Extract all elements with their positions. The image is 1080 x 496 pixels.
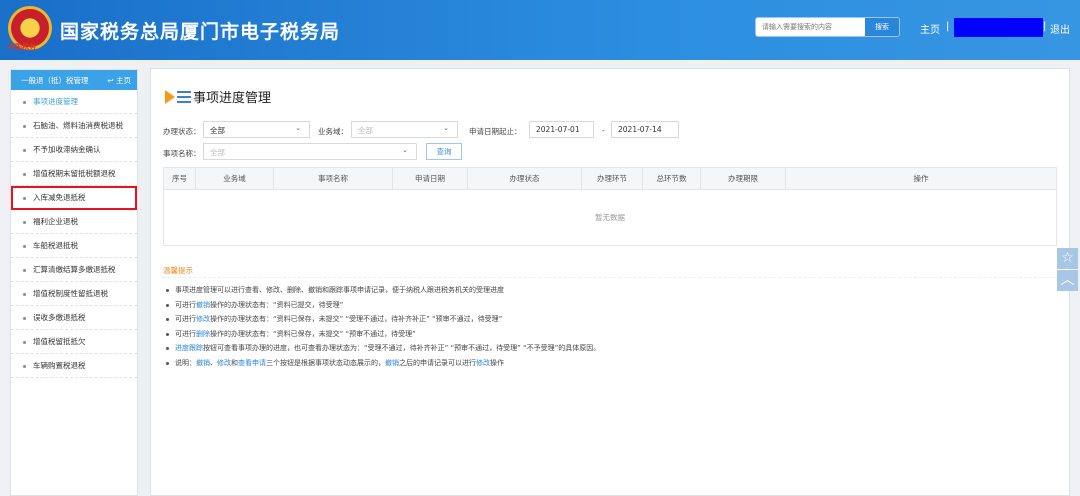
col-header: 业务域 bbox=[195, 167, 274, 190]
tip-text: 可进行 bbox=[175, 315, 196, 323]
results-table: 序号 业务域 事项名称 申请日期 办理状态 办理环节 总环节数 办理期限 操作 … bbox=[163, 167, 1057, 246]
tip-item: 可进行删除操作的办理状态有：“资料已保存，未提交” “预审不通过，待受理” bbox=[163, 327, 600, 342]
tip-text: 三个按钮是根据事项状态动态展示的， bbox=[266, 358, 385, 367]
sidebar-item[interactable]: 汇算清缴结算多缴退抵税 bbox=[11, 258, 137, 282]
tip-text: 可进行 bbox=[175, 300, 196, 309]
back-arrow-icon: ↩ bbox=[107, 75, 116, 85]
tip-text: 事项进度管理可以进行查看、修改、删除、撤销和跟踪事项申请记录，便于纳税人跟进税务… bbox=[175, 286, 504, 294]
tips-list: 事项进度管理可以进行查看、修改、删除、撤销和跟踪事项申请记录，便于纳税人跟进税务… bbox=[163, 283, 600, 370]
status-label: 办理状态： bbox=[163, 127, 201, 136]
col-header: 办理环节 bbox=[581, 167, 643, 190]
chevron-down-icon: ⌄ bbox=[295, 124, 301, 132]
col-header: 申请日期 bbox=[392, 167, 468, 190]
status-value: 全部 bbox=[210, 126, 225, 135]
col-header: 总环节数 bbox=[642, 167, 701, 190]
chevron-down-icon: ⌄ bbox=[443, 124, 449, 132]
sidebar-item[interactable]: 误收多缴退抵税 bbox=[11, 306, 137, 330]
sidebar-item[interactable]: 福利企业退税 bbox=[11, 210, 137, 234]
tip-link[interactable]: 进度跟踪 bbox=[175, 344, 203, 352]
tip-text: 说明： bbox=[175, 358, 196, 367]
page-title-text: 事项进度管理 bbox=[193, 91, 272, 106]
tip-text: 操作的办理状态有：“资料已保存，未提交” “受理不通过，待补齐补正” “预审不通… bbox=[210, 315, 503, 323]
tip-text: 操作的办理状态有：“资料已提交，待受理” bbox=[210, 300, 344, 309]
sidebar: 一般退（抵）税管理 ↩ 主页 事项进度管理 石脑油、燃料油消费税退税 不予加收滞… bbox=[10, 69, 138, 496]
sidebar-item[interactable]: 不予加收滞纳金确认 bbox=[11, 138, 137, 162]
sidebar-item[interactable]: 石脑油、燃料油消费税退税 bbox=[11, 114, 137, 138]
query-button[interactable]: 查询 bbox=[426, 143, 462, 160]
site-title: 国家税务总局厦门市电子税务局 bbox=[60, 21, 341, 43]
tip-text: 和 bbox=[231, 358, 238, 367]
tip-text: 、 bbox=[210, 358, 217, 367]
empty-message: 暂无数据 bbox=[163, 189, 1057, 246]
tip-link[interactable]: 查看申请 bbox=[238, 359, 266, 367]
tip-text: 操作的办理状态有：“资料已保存，未提交” “预审不通过，待受理” bbox=[210, 329, 416, 338]
search-box: 搜索 bbox=[755, 17, 900, 37]
sidebar-title: 一般退（抵）税管理 bbox=[21, 75, 89, 85]
tip-link[interactable]: 撤销 bbox=[385, 359, 399, 367]
separator: | bbox=[946, 21, 950, 32]
search-input[interactable] bbox=[756, 18, 865, 36]
item-placeholder: 全部 bbox=[210, 148, 225, 157]
tip-link[interactable]: 修改 bbox=[476, 359, 490, 367]
back-to-top-icon[interactable]: ︿ bbox=[1057, 270, 1078, 291]
col-header: 办理状态 bbox=[467, 167, 582, 190]
date-to-input[interactable]: 2021-07-14 bbox=[611, 121, 679, 138]
emblem-text: 中国税务 bbox=[8, 43, 36, 51]
tip-link[interactable]: 删除 bbox=[196, 330, 210, 338]
tip-link[interactable]: 修改 bbox=[196, 315, 210, 323]
col-header: 序号 bbox=[163, 167, 196, 190]
separator: | bbox=[1043, 21, 1047, 32]
sidebar-item[interactable]: 车辆购置税退税 bbox=[11, 354, 137, 378]
tip-item: 进度跟踪按钮可查看事项办理的进度，也可查看办理状态为：“受理不通过，待补齐补正”… bbox=[163, 341, 600, 356]
page-title: 事项进度管理 bbox=[165, 87, 271, 106]
tip-text: 按钮可查看事项办理的进度，也可查看办理状态为：“受理不通过，待补齐补正” “预审… bbox=[203, 344, 601, 352]
sidebar-item[interactable]: 事项进度管理 bbox=[11, 90, 137, 114]
header: 中国税务 国家税务总局厦门市电子税务局 搜索 主页 | | 退出 bbox=[0, 0, 1080, 60]
list-icon bbox=[165, 88, 191, 106]
date-label: 申请日期起止： bbox=[469, 127, 522, 136]
sidebar-item-highlighted[interactable]: 入库减免退抵税 bbox=[11, 186, 137, 210]
sidebar-item[interactable]: 车船税退抵税 bbox=[11, 234, 137, 258]
date-from-input[interactable]: 2021-07-01 bbox=[529, 121, 594, 138]
item-select[interactable]: 全部 ⌄ bbox=[203, 143, 417, 160]
favorite-star-icon[interactable]: ☆ bbox=[1057, 248, 1078, 269]
tip-text: 之后的申请记录可以进行 bbox=[399, 358, 476, 367]
sidebar-item[interactable]: 增值税制度性留抵退税 bbox=[11, 282, 137, 306]
tip-text: 操作 bbox=[490, 358, 504, 367]
sidebar-header: 一般退（抵）税管理 ↩ 主页 bbox=[11, 70, 137, 90]
col-header: 操作 bbox=[785, 167, 1057, 190]
user-name-redacted[interactable] bbox=[954, 18, 1043, 37]
tip-item: 说明：撤销、修改和查看申请三个按钮是根据事项状态动态展示的，撤销之后的申请记录可… bbox=[163, 356, 600, 371]
sidebar-home-label: 主页 bbox=[116, 75, 131, 85]
sidebar-home-link[interactable]: ↩ 主页 bbox=[107, 75, 131, 86]
sidebar-item[interactable]: 增值税期末留抵税额退税 bbox=[11, 162, 137, 186]
domain-label: 业务域： bbox=[318, 127, 348, 136]
col-header: 办理期限 bbox=[700, 167, 786, 190]
divider bbox=[163, 277, 1057, 278]
logout-link[interactable]: 退出 bbox=[1050, 21, 1070, 36]
item-label: 事项名称： bbox=[163, 149, 201, 158]
tip-link[interactable]: 撤销 bbox=[196, 359, 210, 367]
domain-select[interactable]: 全部 ⌄ bbox=[351, 121, 458, 138]
tip-link[interactable]: 撤销 bbox=[196, 301, 210, 309]
status-select[interactable]: 全部 ⌄ bbox=[203, 121, 310, 138]
domain-placeholder: 全部 bbox=[358, 126, 373, 135]
date-separator: - bbox=[602, 126, 605, 135]
home-link[interactable]: 主页 bbox=[920, 21, 940, 36]
search-button[interactable]: 搜索 bbox=[865, 18, 899, 36]
tip-item: 可进行修改操作的办理状态有：“资料已保存，未提交” “受理不通过，待补齐补正” … bbox=[163, 312, 600, 327]
col-header: 事项名称 bbox=[273, 167, 393, 190]
tip-item: 可进行撤销操作的办理状态有：“资料已提交，待受理” bbox=[163, 298, 600, 313]
tip-link[interactable]: 修改 bbox=[217, 359, 231, 367]
chevron-down-icon: ⌄ bbox=[402, 146, 408, 154]
tip-text: 可进行 bbox=[175, 329, 196, 338]
tip-item: 事项进度管理可以进行查看、修改、删除、撤销和跟踪事项申请记录，便于纳税人跟进税务… bbox=[163, 283, 600, 298]
main-panel: 事项进度管理 办理状态： 全部 ⌄ 业务域： 全部 ⌄ 申请日期起止： 2021-0… bbox=[150, 68, 1070, 496]
sidebar-item[interactable]: 增值税留抵抵欠 bbox=[11, 330, 137, 354]
tips-title: 温馨提示 bbox=[163, 266, 193, 275]
